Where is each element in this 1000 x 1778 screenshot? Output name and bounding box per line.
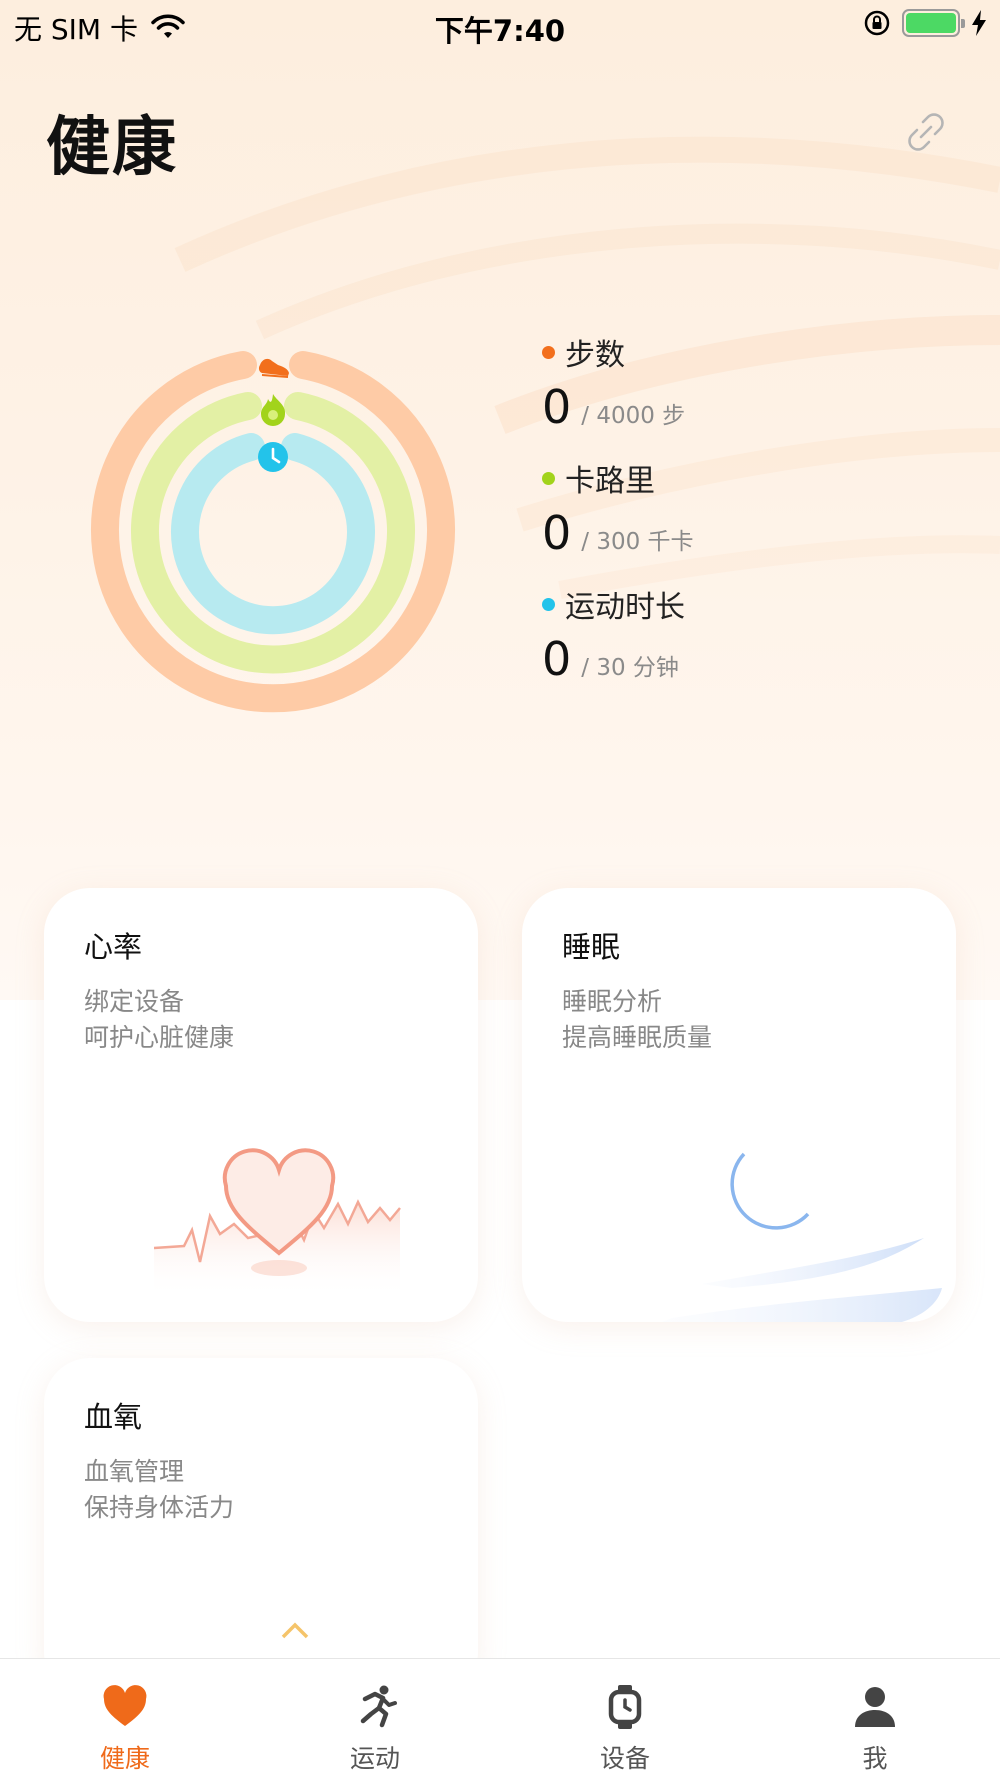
moon-illustration	[662, 1152, 942, 1322]
shoe-icon	[258, 358, 289, 378]
flame-icon	[261, 394, 286, 426]
card-subtitle: 绑定设备 呵护心脏健康	[84, 984, 234, 1056]
card-line: 绑定设备	[84, 987, 185, 1016]
card-title: 睡眠	[562, 930, 621, 964]
card-line: 提高睡眠质量	[562, 1023, 713, 1052]
metric-value: 0	[542, 632, 572, 686]
clock-icon	[258, 442, 288, 472]
heartbeat-illustration	[154, 1148, 401, 1298]
battery-icon	[902, 9, 965, 37]
status-bar: 无 SIM 卡 下午7:40	[0, 0, 1000, 52]
card-subtitle: 睡眠分析 提高睡眠质量	[562, 984, 712, 1056]
unlink-icon[interactable]	[904, 110, 948, 154]
metric-label: 运动时长	[565, 590, 685, 625]
card-subtitle: 血氧管理 保持身体活力	[84, 1454, 234, 1526]
card-line: 睡眠分析	[562, 987, 663, 1016]
duration-dot	[542, 597, 555, 611]
watch-icon	[608, 1685, 642, 1729]
charging-bolt-icon	[972, 10, 986, 36]
blood-oxygen-card[interactable]: 血氧 血氧管理 保持身体活力	[44, 1358, 478, 1698]
metric-steps: 步数 0 / 4000 步	[542, 330, 962, 434]
card-title: 心率	[84, 930, 143, 964]
rotation-lock-icon	[864, 10, 890, 36]
tab-label: 我	[862, 1744, 888, 1773]
metric-value: 0	[542, 506, 572, 560]
running-icon	[360, 1685, 397, 1728]
steps-dot	[542, 345, 555, 359]
activity-rings	[91, 351, 455, 713]
activity-legend: 步数 0 / 4000 步 卡路里 0 / 300 千卡 运动时长 0 / 30…	[542, 330, 962, 708]
tab-me[interactable]: 我	[750, 1659, 1000, 1778]
tab-health[interactable]: 健康	[0, 1659, 250, 1778]
duration-ring	[171, 433, 375, 635]
metric-calories: 卡路里 0 / 300 千卡	[542, 456, 962, 560]
card-line: 保持身体活力	[84, 1493, 235, 1522]
card-title: 血氧	[84, 1400, 143, 1434]
metric-goal: / 4000 步	[581, 403, 686, 429]
metric-duration: 运动时长 0 / 30 分钟	[542, 582, 962, 686]
metric-goal: / 30 分钟	[581, 655, 679, 681]
metric-value: 0	[542, 380, 572, 434]
sleep-card[interactable]: 睡眠 睡眠分析 提高睡眠质量	[522, 888, 956, 1322]
metric-goal: / 300 千卡	[581, 529, 694, 555]
tab-bar: 健康 运动 设备 我	[0, 1658, 1000, 1778]
status-right	[862, 8, 988, 38]
page-title: 健康	[46, 111, 178, 185]
metric-label: 卡路里	[565, 464, 655, 499]
tab-devices[interactable]: 设备	[500, 1659, 750, 1778]
heart-rate-card[interactable]: 心率 绑定设备 呵护心脏健康	[44, 888, 478, 1322]
chevron-up-icon	[281, 1622, 309, 1639]
tab-exercise[interactable]: 运动	[250, 1659, 500, 1778]
status-time: 下午7:40	[434, 14, 566, 48]
metric-label: 步数	[565, 338, 625, 373]
card-line: 血氧管理	[84, 1457, 185, 1486]
calories-dot	[542, 471, 555, 485]
card-line: 呵护心脏健康	[84, 1023, 235, 1052]
heart-icon	[103, 1685, 147, 1726]
tab-label: 运动	[349, 1744, 400, 1773]
person-icon	[855, 1687, 895, 1727]
tab-label: 设备	[599, 1744, 650, 1773]
tab-label: 健康	[99, 1744, 150, 1773]
